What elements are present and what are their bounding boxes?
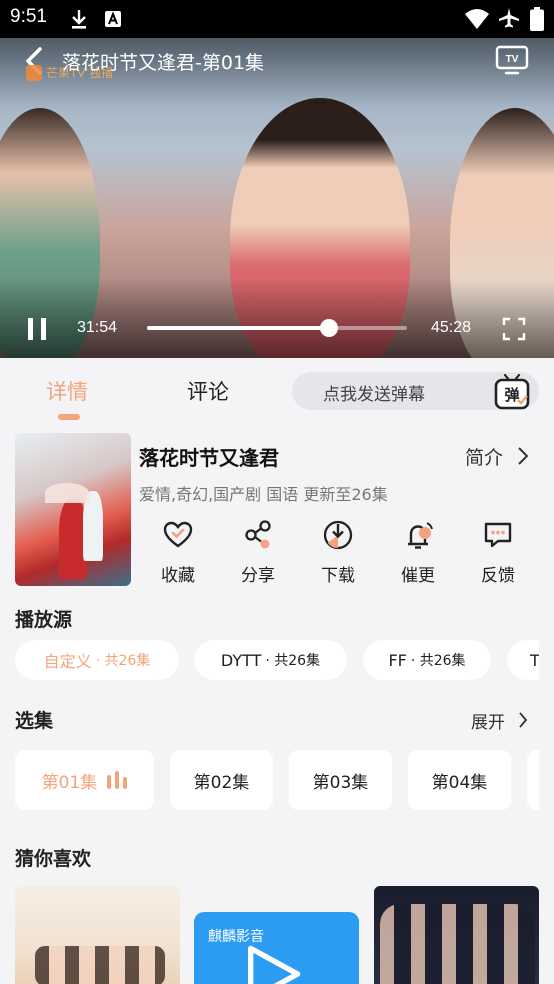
feedback-icon xyxy=(484,522,512,548)
episode-label: 第04集 xyxy=(431,772,488,793)
action-label: 反馈 xyxy=(481,566,515,586)
battery-icon xyxy=(530,7,544,31)
current-time: 31:54 xyxy=(77,319,118,336)
episode-item-04[interactable]: 第04集 xyxy=(408,750,511,810)
chevron-right-icon[interactable] xyxy=(517,711,529,729)
poster-umbrella xyxy=(45,483,89,503)
tv-cast-button[interactable]: TV xyxy=(494,44,530,76)
action-label: 分享 xyxy=(241,566,275,586)
tab-active-indicator xyxy=(58,414,80,420)
sources-title: 播放源 xyxy=(15,609,73,631)
notification-a-icon xyxy=(105,11,121,27)
progress-thumb[interactable] xyxy=(320,319,338,337)
fullscreen-button[interactable] xyxy=(502,317,526,341)
tabs-bar: 详情 评论 点我发送弹幕 弹 xyxy=(0,358,554,424)
show-poster[interactable] xyxy=(15,433,131,586)
danmu-icon-text: 弹 xyxy=(504,386,519,404)
action-urge-update-button[interactable]: 催更 xyxy=(388,519,448,589)
show-title: 落花时节又逢君 xyxy=(139,446,279,470)
source-chip-custom[interactable]: 自定义 · 共26集 xyxy=(15,640,179,680)
source-chip-ff[interactable]: FF · 共26集 xyxy=(363,640,491,680)
status-time: 9:51 xyxy=(10,6,47,27)
expand-link[interactable]: 展开 xyxy=(471,708,505,733)
tab-details[interactable]: 详情 xyxy=(46,376,88,406)
pause-button[interactable] xyxy=(22,314,52,344)
bell-icon xyxy=(408,522,433,549)
tab-comments[interactable]: 评论 xyxy=(187,376,229,406)
chevron-right-icon[interactable] xyxy=(516,446,530,466)
danmu-tv-icon[interactable]: 弹 xyxy=(492,372,532,412)
svg-text:TV: TV xyxy=(506,54,519,65)
progress-fill xyxy=(147,326,329,330)
source-name: 自定义 xyxy=(43,652,92,671)
total-time: 45:28 xyxy=(431,319,472,336)
episode-label: 第02集 xyxy=(193,772,250,793)
show-meta: 爱情,奇幻,国产剧 国语 更新至26集 xyxy=(139,485,388,504)
action-label: 下载 xyxy=(321,566,355,586)
episode-item-01[interactable]: 第01集 xyxy=(15,750,154,810)
episodes-title: 选集 xyxy=(15,710,54,732)
action-share-button[interactable]: 分享 xyxy=(228,519,288,589)
recommend-title: 猜你喜欢 xyxy=(15,848,92,870)
player-bottom-shade xyxy=(0,278,554,358)
source-count: · 共26集 xyxy=(265,653,321,669)
episode-label: 第01集 xyxy=(41,772,98,793)
episode-label: 第03集 xyxy=(312,772,369,793)
action-favorite-button[interactable]: 收藏 xyxy=(148,519,208,589)
status-bar: 9:51 xyxy=(0,0,554,38)
source-name: DYTT xyxy=(220,650,262,670)
action-label: 收藏 xyxy=(161,566,195,586)
source-count: · 共26集 xyxy=(95,653,151,669)
episode-item-02[interactable]: 第02集 xyxy=(170,750,273,810)
recommend-card[interactable] xyxy=(15,886,180,984)
recommend-card-art xyxy=(380,904,535,984)
intro-link[interactable]: 简介 xyxy=(465,443,503,470)
action-label: 催更 xyxy=(401,566,435,586)
play-icon xyxy=(248,945,301,984)
download-icon xyxy=(323,520,353,550)
action-feedback-button[interactable]: 反馈 xyxy=(468,519,528,589)
wifi-icon xyxy=(465,9,489,29)
recommend-card[interactable]: 麒麟影音 xyxy=(194,912,359,984)
now-playing-icon xyxy=(107,771,128,789)
danmu-input[interactable]: 点我发送弹幕 弹 xyxy=(292,372,539,410)
player-title: 落花时节又逢君-第01集 xyxy=(62,52,265,74)
source-chip-partial[interactable]: T xyxy=(507,640,539,680)
source-chip-dytt[interactable]: DYTT · 共26集 xyxy=(194,640,347,680)
recommend-card-art xyxy=(35,946,165,984)
video-player[interactable]: 芒果TV 独播 落花时节又逢君-第01集 TV 31:54 45:28 xyxy=(0,38,554,358)
source-name: FF xyxy=(388,650,407,670)
airplane-icon xyxy=(499,8,519,28)
share-icon xyxy=(245,520,271,549)
download-status-icon xyxy=(72,10,86,29)
progress-slider[interactable] xyxy=(147,319,407,337)
danmu-placeholder: 点我发送弹幕 xyxy=(323,385,425,405)
recommend-card[interactable] xyxy=(374,886,539,984)
episode-item-partial[interactable] xyxy=(527,750,539,810)
heart-icon xyxy=(163,521,193,548)
episode-item-03[interactable]: 第03集 xyxy=(289,750,392,810)
source-count: · 共26集 xyxy=(410,653,466,669)
source-name: T xyxy=(530,650,539,670)
action-download-button[interactable]: 下载 xyxy=(308,519,368,589)
watermark-logo-icon xyxy=(26,64,42,81)
